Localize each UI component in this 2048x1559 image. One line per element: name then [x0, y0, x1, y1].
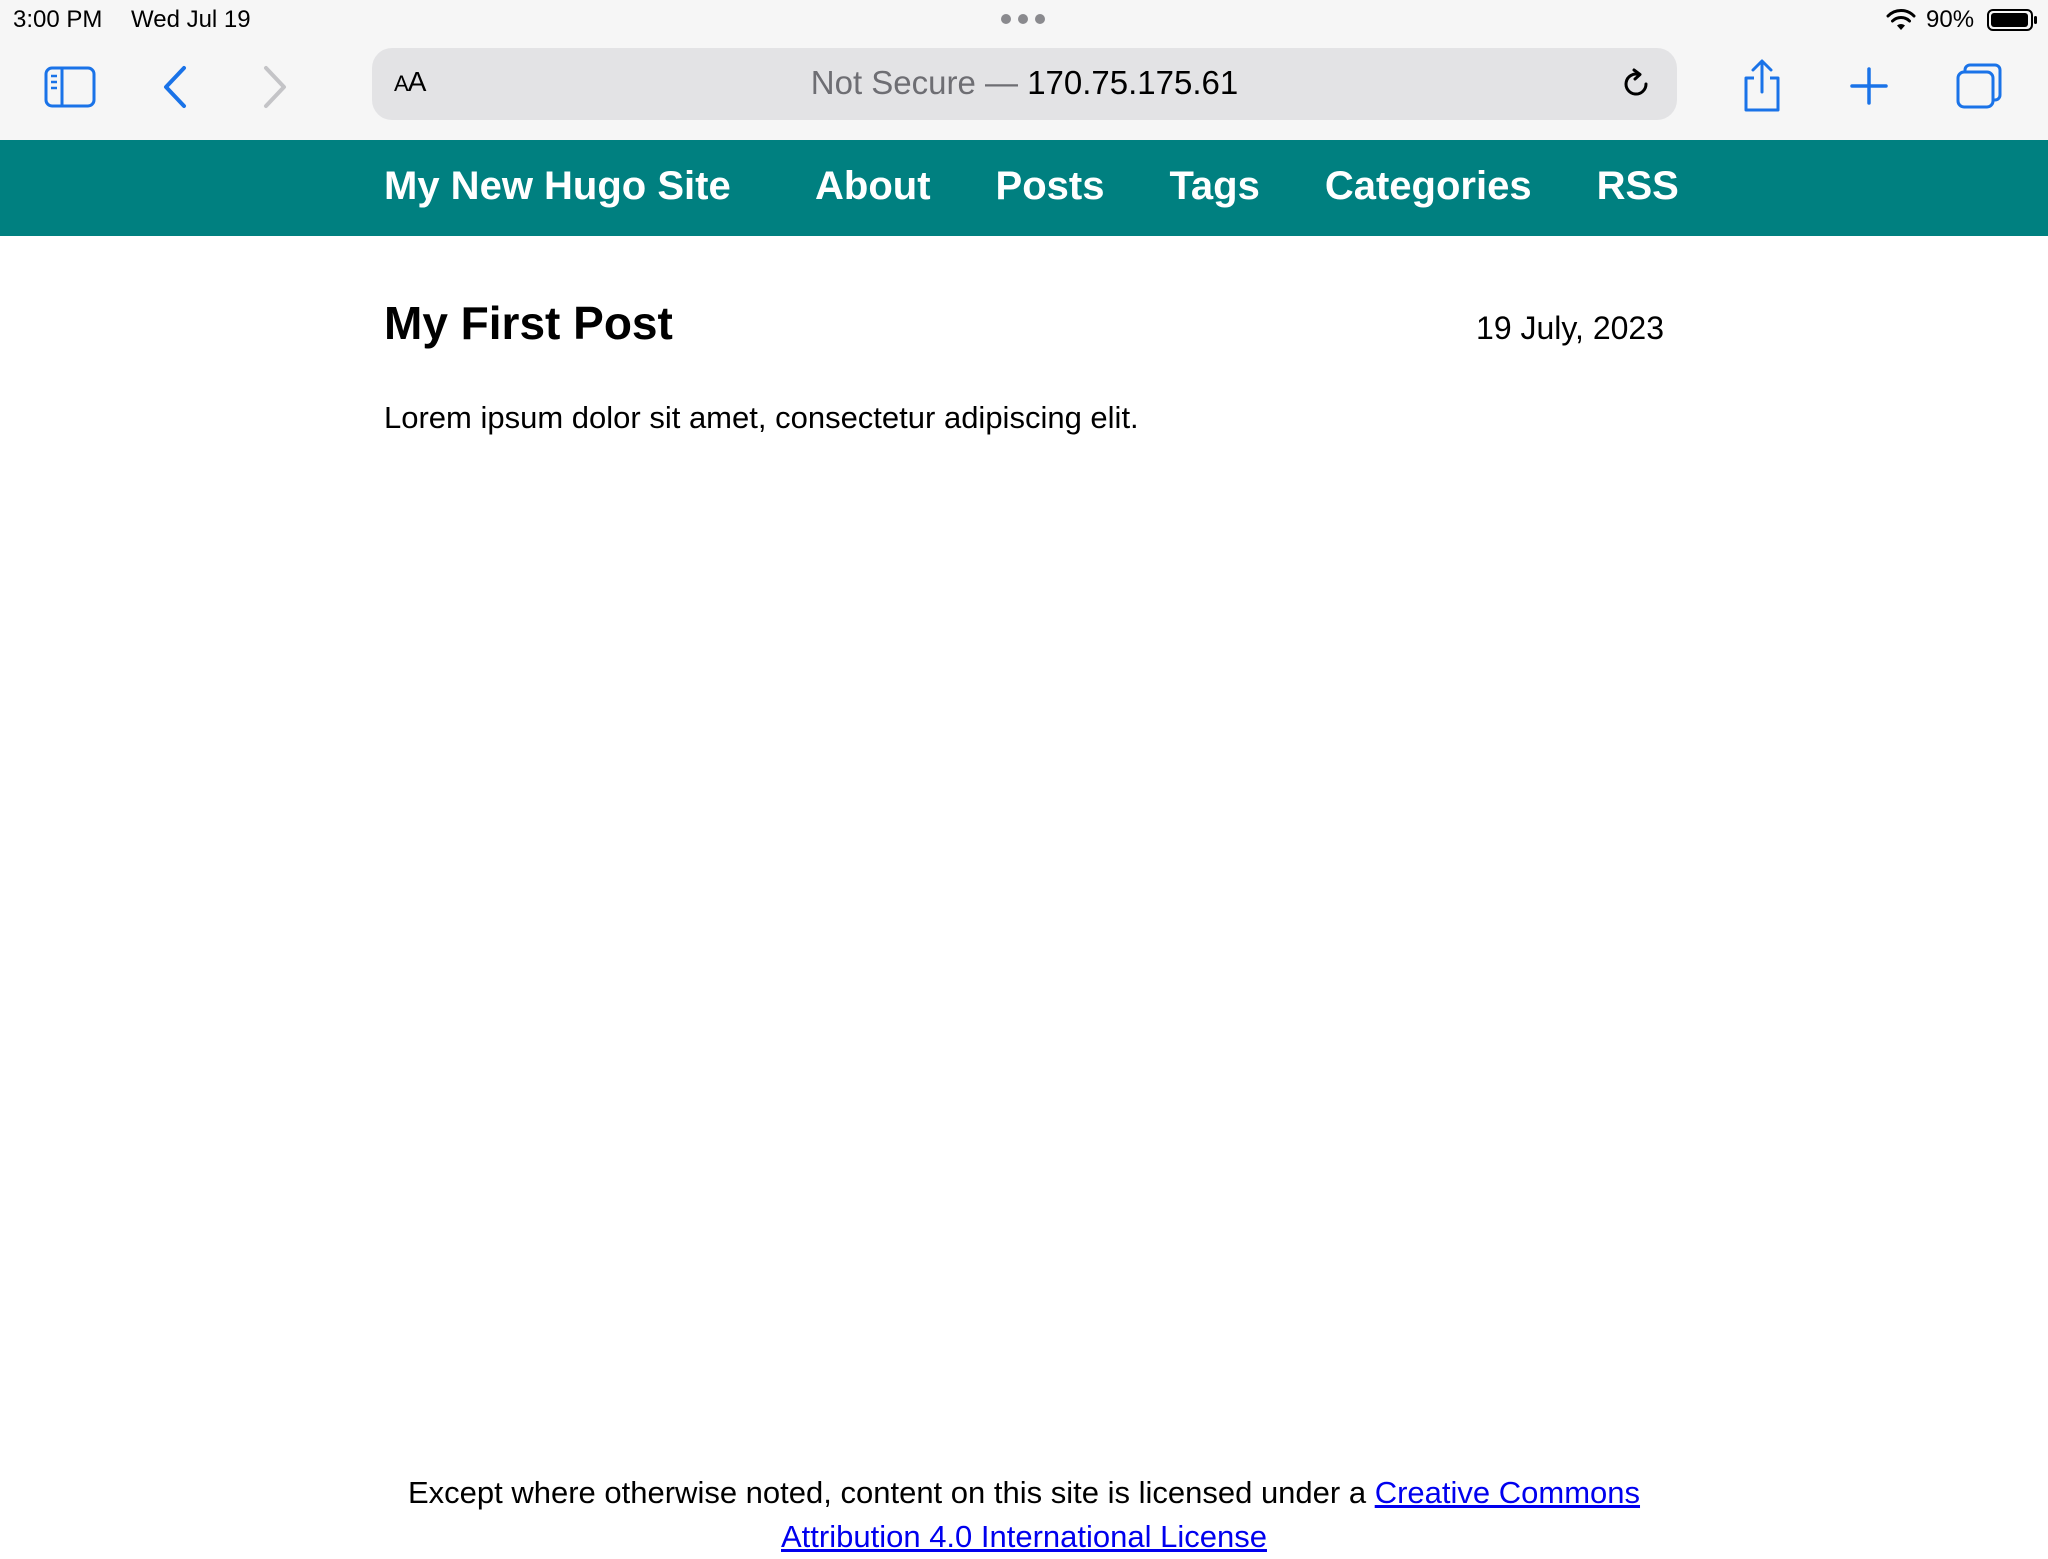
- site-header: My New Hugo Site About Posts Tags Catego…: [0, 140, 2048, 236]
- tabs-icon[interactable]: [1955, 62, 2003, 110]
- license-text: Except where otherwise noted, content on…: [407, 1475, 1367, 1510]
- browser-toolbar: AA Not Secure — 170.75.175.61: [0, 40, 2048, 140]
- nav-posts[interactable]: Posts: [996, 164, 1105, 209]
- sidebar-icon[interactable]: [44, 66, 96, 108]
- share-icon[interactable]: [1740, 58, 1784, 114]
- new-tab-icon[interactable]: [1849, 66, 1889, 106]
- forward-icon[interactable]: [258, 64, 290, 110]
- status-bar: 3:00 PM Wed Jul 19 90%: [0, 0, 2048, 40]
- url-host: 170.75.175.61: [1027, 64, 1239, 101]
- nav-tags[interactable]: Tags: [1169, 164, 1259, 209]
- nav-categories[interactable]: Categories: [1325, 164, 1532, 209]
- post-body: Lorem ipsum dolor sit amet, consectetur …: [384, 400, 1139, 435]
- site-footer: Except where otherwise noted, content on…: [384, 1471, 1664, 1559]
- battery-icon: [1987, 9, 2037, 31]
- status-time: 3:00 PM: [13, 6, 103, 33]
- battery-percentage: 90%: [1926, 6, 1975, 33]
- post-date: 19 July, 2023: [1476, 310, 1664, 346]
- nav-rss[interactable]: RSS: [1597, 164, 1679, 209]
- status-date: Wed Jul 19: [131, 6, 251, 33]
- back-icon[interactable]: [160, 64, 192, 110]
- url-display[interactable]: Not Secure — 170.75.175.61: [372, 64, 1677, 102]
- security-label: Not Secure —: [810, 64, 1019, 101]
- site-title-link[interactable]: My New Hugo Site: [384, 164, 731, 209]
- post-title: My First Post: [384, 297, 673, 349]
- address-bar[interactable]: AA Not Secure — 170.75.175.61: [372, 48, 1677, 120]
- wifi-icon: [1886, 9, 1916, 30]
- nav-about[interactable]: About: [815, 164, 931, 209]
- reload-icon[interactable]: [1618, 66, 1654, 102]
- site-nav: About Posts Tags Categories RSS: [815, 164, 1679, 209]
- multitasking-menu-icon[interactable]: [1001, 14, 1047, 24]
